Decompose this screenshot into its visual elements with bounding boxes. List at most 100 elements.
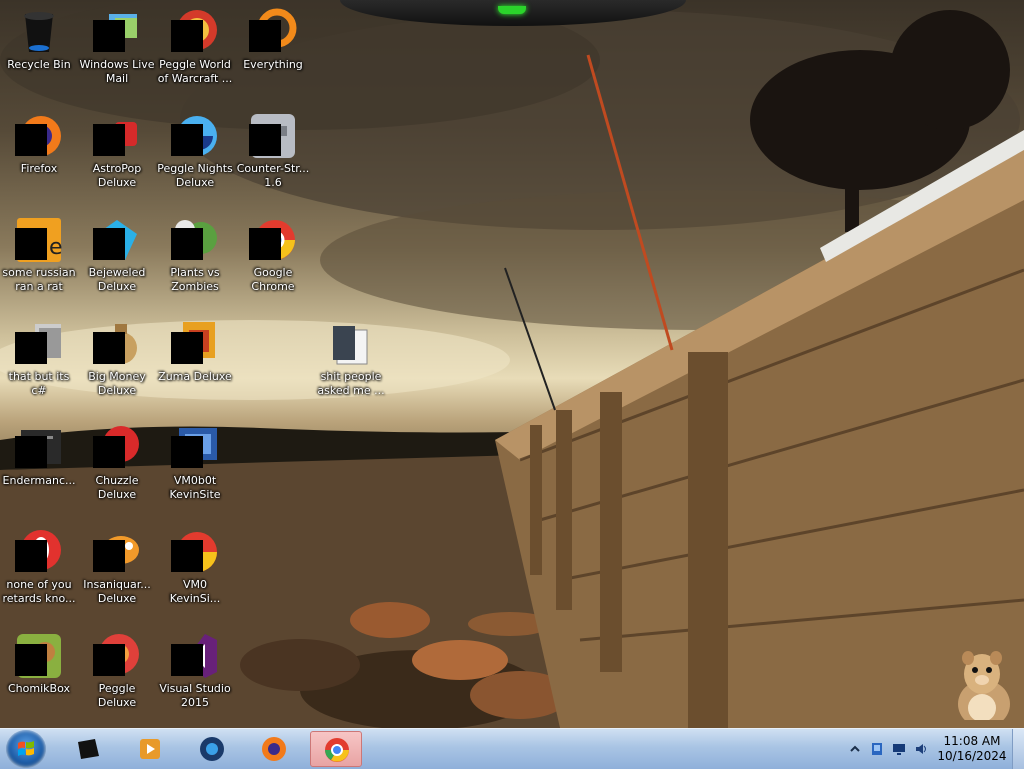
desktop-icon-label: some russian ran a rat <box>2 266 76 293</box>
taskbar-app-button[interactable] <box>62 731 114 767</box>
desktop-icon[interactable]: VM0b0t KevinSite <box>156 420 234 502</box>
display-icon[interactable] <box>892 742 906 756</box>
desktop-icon[interactable]: Zuma Deluxe <box>156 316 234 384</box>
status-led-icon <box>498 6 526 14</box>
clock-date: 10/16/2024 <box>937 749 1007 763</box>
desktop-icon-label: Big Money Deluxe <box>88 370 146 397</box>
redaction-box <box>171 540 203 572</box>
desktop-icon[interactable]: e some russian ran a rat <box>0 212 78 294</box>
chrome-canary-icon <box>171 528 219 576</box>
chrome-icon <box>249 216 297 264</box>
desktop-icon[interactable]: Chuzzle Deluxe <box>78 420 156 502</box>
desktop-icon[interactable]: Insaniquar... Deluxe <box>78 524 156 606</box>
insaniquarium-icon <box>93 528 141 576</box>
desktop-icon[interactable]: Recycle Bin <box>0 4 78 72</box>
folder-icon <box>327 320 375 368</box>
desktop-icon[interactable]: Endermanc... <box>0 420 78 488</box>
desktop-icon-label: Bejeweled Deluxe <box>88 266 146 293</box>
desktop-icon[interactable]: Windows Live Mail <box>78 4 156 86</box>
counter-strike-icon <box>249 112 297 160</box>
desktop-icon-label: none of you retards kno... <box>2 578 76 605</box>
desktop-icon[interactable]: VM0 KevinSi... <box>156 524 234 606</box>
desktop-icon-label: Windows Live Mail <box>79 58 155 85</box>
taskbar-app-button[interactable] <box>310 731 362 767</box>
firefox-icon <box>261 736 287 762</box>
desktop-icon[interactable]: Everything <box>234 4 312 72</box>
desktop-icon-label: AstroPop Deluxe <box>92 162 142 189</box>
network-icon[interactable] <box>870 742 884 756</box>
peggle-nights-icon <box>171 112 219 160</box>
redaction-box <box>171 20 203 52</box>
vm-chart-icon <box>171 424 219 472</box>
taskbar-app-button[interactable] <box>186 731 238 767</box>
redaction-box <box>249 20 281 52</box>
clock-time: 11:08 AM <box>943 734 1001 748</box>
redaction-box <box>171 332 203 364</box>
redaction-box <box>15 124 47 156</box>
everything-search-icon <box>249 8 297 56</box>
desktop-icon[interactable]: Counter-Str... 1.6 <box>234 108 312 190</box>
desktop-icon-label: Endermanc... <box>2 474 76 487</box>
desktop-icon-label: Counter-Str... 1.6 <box>236 162 310 189</box>
redaction-box <box>171 436 203 468</box>
desktop-icon-label: Insaniquar... Deluxe <box>83 578 151 605</box>
globe-icon <box>199 736 225 762</box>
redaction-box <box>249 124 281 156</box>
peggle-wow-icon <box>171 8 219 56</box>
desktop-icon[interactable]: Peggle Deluxe <box>78 628 156 710</box>
redaction-box <box>15 436 47 468</box>
visual-studio-icon <box>171 632 219 680</box>
redaction-box <box>15 332 47 364</box>
show-desktop-button[interactable] <box>1012 729 1024 769</box>
chuzzle-icon <box>93 424 141 472</box>
astropop-icon <box>93 112 141 160</box>
volume-icon[interactable] <box>914 742 928 756</box>
desktop-icon[interactable]: that but its c# <box>0 316 78 398</box>
desktop-icon-label: Recycle Bin <box>7 58 71 71</box>
desktop-icon[interactable]: AstroPop Deluxe <box>78 108 156 190</box>
file-stack-icon <box>15 320 63 368</box>
redaction-box <box>15 644 47 676</box>
opera-icon <box>15 528 63 576</box>
money-bag-icon <box>93 320 141 368</box>
desktop-icon[interactable]: Bejeweled Deluxe <box>78 212 156 294</box>
redaction-box <box>15 540 47 572</box>
hamster-gadget[interactable] <box>942 646 1022 728</box>
desktop-icon-label: that but its c# <box>8 370 70 397</box>
desktop-icon-label: Peggle Nights Deluxe <box>157 162 233 189</box>
desktop-icon[interactable]: Peggle World of Warcraft ... <box>156 4 234 86</box>
show-hidden-icons-chevron[interactable] <box>848 742 862 756</box>
desktop-icon[interactable]: shit people asked me ... <box>312 316 390 398</box>
desktop-icon[interactable]: none of you retards kno... <box>0 524 78 606</box>
desktop-icon-label: Google Chrome <box>251 266 295 293</box>
hamster-icon <box>950 651 1016 728</box>
redaction-box <box>171 124 203 156</box>
taskbar-app-button[interactable] <box>124 731 176 767</box>
bejeweled-icon <box>93 216 141 264</box>
desktop-icon[interactable]: Google Chrome <box>234 212 312 294</box>
svg-text:e: e <box>49 235 63 260</box>
desktop-icon-label: shit people asked me ... <box>317 370 385 397</box>
windows-live-mail-icon <box>93 8 141 56</box>
desktop-icon-label: Everything <box>243 58 303 71</box>
desktop-icon[interactable]: ChomikBox <box>0 628 78 696</box>
taskbar-clock[interactable]: 11:08 AM 10/16/2024 <box>936 734 1008 764</box>
windows-start-icon <box>18 741 34 756</box>
taskbar: 11:08 AM 10/16/2024 <box>0 728 1024 769</box>
redaction-box <box>15 228 47 260</box>
redaction-box <box>93 644 125 676</box>
desktop-icon[interactable]: Plants vs Zombies <box>156 212 234 294</box>
recycle-bin-icon <box>15 8 63 56</box>
desktop-icon[interactable]: Firefox <box>0 108 78 176</box>
desktop-icon-label: Chuzzle Deluxe <box>95 474 139 501</box>
terminal-icon <box>75 736 101 762</box>
desktop-icon[interactable]: Visual Studio 2015 <box>156 628 234 710</box>
desktop-icon[interactable]: Peggle Nights Deluxe <box>156 108 234 190</box>
desktop-icon[interactable]: Big Money Deluxe <box>78 316 156 398</box>
taskbar-app-button[interactable] <box>248 731 300 767</box>
peggle-icon <box>93 632 141 680</box>
start-button[interactable] <box>6 730 46 768</box>
desktop-icon-label: Peggle Deluxe <box>97 682 137 709</box>
desktop-icon-label: ChomikBox <box>8 682 70 695</box>
redaction-box <box>93 124 125 156</box>
